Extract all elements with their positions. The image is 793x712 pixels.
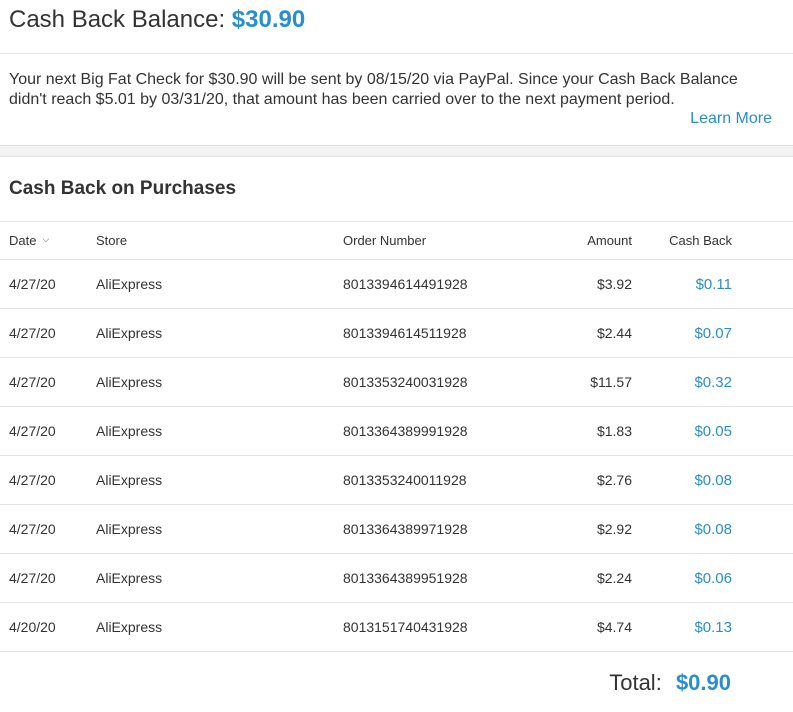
section-title: Cash Back on Purchases bbox=[9, 178, 237, 199]
row-order-number: 8013151740431928 bbox=[343, 619, 468, 635]
learn-more-link[interactable]: Learn More bbox=[690, 110, 772, 128]
column-header-cash-back: Cash Back bbox=[669, 233, 732, 248]
row-store: AliExpress bbox=[96, 570, 163, 586]
row-amount: $11.57 bbox=[590, 374, 632, 390]
row-amount: $3.92 bbox=[596, 276, 632, 292]
row-date: 4/27/20 bbox=[9, 276, 56, 292]
row-date: 4/27/20 bbox=[9, 374, 56, 390]
row-date: 4/20/20 bbox=[9, 619, 56, 635]
total-value: $0.90 bbox=[675, 670, 731, 695]
balance-title: Cash Back Balance: $30.90 bbox=[9, 6, 305, 34]
column-header-store: Store bbox=[96, 233, 128, 248]
row-store: AliExpress bbox=[96, 374, 163, 390]
row-amount: $2.76 bbox=[596, 472, 632, 488]
row-amount: $2.24 bbox=[596, 570, 632, 586]
column-header-order-number: Order Number bbox=[343, 233, 427, 248]
row-order-number: 8013364389951928 bbox=[343, 570, 468, 586]
table-row: 4/27/20 AliExpress 8013394614491928 $3.92 $0… bbox=[0, 260, 793, 309]
row-cash-back: $0.11 bbox=[695, 275, 732, 293]
balance-label: Cash Back Balance: bbox=[9, 6, 226, 33]
total-label: Total: bbox=[609, 670, 662, 695]
row-store: AliExpress bbox=[96, 276, 163, 292]
balance-header: Cash Back Balance: $30.90 bbox=[0, 0, 793, 54]
table-row: 4/20/20 AliExpress 8013151740431928 $4.74 $0… bbox=[0, 603, 793, 652]
column-header-amount: Amount bbox=[587, 233, 632, 248]
row-order-number: 8013353240011928 bbox=[343, 472, 467, 488]
table-row: 4/27/20 AliExpress 8013353240031928 $11.57 $… bbox=[0, 358, 793, 407]
row-amount: $2.44 bbox=[596, 325, 632, 341]
row-store: AliExpress bbox=[96, 619, 163, 635]
purchases-table: Date ⌵ Store Order Number Amount Cash Ba… bbox=[0, 221, 793, 652]
row-amount: $4.74 bbox=[596, 619, 632, 635]
table-body: 4/27/20 AliExpress 8013394614491928 $3.92 $0… bbox=[0, 260, 793, 652]
row-cash-back: $0.32 bbox=[694, 373, 732, 391]
column-header-date-label: Date bbox=[9, 233, 37, 248]
table-row: 4/27/20 AliExpress 8013394614511928 $2.44 $0… bbox=[0, 309, 793, 358]
row-cash-back: $0.05 bbox=[694, 422, 732, 440]
row-date: 4/27/20 bbox=[9, 521, 56, 537]
row-store: AliExpress bbox=[96, 472, 163, 488]
payment-notice: Your next Big Fat Check for $30.90 will … bbox=[9, 71, 738, 108]
column-header-date[interactable]: Date ⌵ bbox=[9, 222, 49, 259]
row-cash-back: $0.06 bbox=[694, 569, 732, 587]
table-row: 4/27/20 AliExpress 8013364389951928 $2.24 $0… bbox=[0, 554, 793, 603]
balance-amount: $30.90 bbox=[231, 6, 306, 33]
chevron-down-icon: ⌵ bbox=[42, 234, 50, 244]
row-date: 4/27/20 bbox=[9, 472, 56, 488]
row-order-number: 8013364389971928 bbox=[343, 521, 468, 537]
row-amount: $1.83 bbox=[596, 423, 632, 439]
row-cash-back: $0.07 bbox=[694, 324, 732, 342]
row-cash-back: $0.08 bbox=[694, 520, 732, 538]
total: Total: $0.90 bbox=[609, 670, 731, 696]
row-store: AliExpress bbox=[96, 325, 163, 341]
table-row: 4/27/20 AliExpress 8013364389991928 $1.83 $0… bbox=[0, 407, 793, 456]
table-row: 4/27/20 AliExpress 8013353240011928 $2.76 $0… bbox=[0, 456, 793, 505]
row-order-number: 8013353240031928 bbox=[343, 374, 468, 390]
row-date: 4/27/20 bbox=[9, 570, 56, 586]
row-cash-back: $0.08 bbox=[694, 471, 732, 489]
section-divider bbox=[0, 145, 793, 157]
row-amount: $2.92 bbox=[596, 521, 632, 537]
row-store: AliExpress bbox=[96, 423, 163, 439]
row-order-number: 8013394614511928 bbox=[343, 325, 467, 341]
row-date: 4/27/20 bbox=[9, 325, 56, 341]
row-cash-back: $0.13 bbox=[694, 618, 732, 636]
row-order-number: 8013364389991928 bbox=[343, 423, 468, 439]
row-store: AliExpress bbox=[96, 521, 163, 537]
table-row: 4/27/20 AliExpress 8013364389971928 $2.92 $0… bbox=[0, 505, 793, 554]
row-date: 4/27/20 bbox=[9, 423, 56, 439]
table-header-row: Date ⌵ Store Order Number Amount Cash Ba… bbox=[0, 221, 793, 260]
row-order-number: 8013394614491928 bbox=[343, 276, 468, 292]
